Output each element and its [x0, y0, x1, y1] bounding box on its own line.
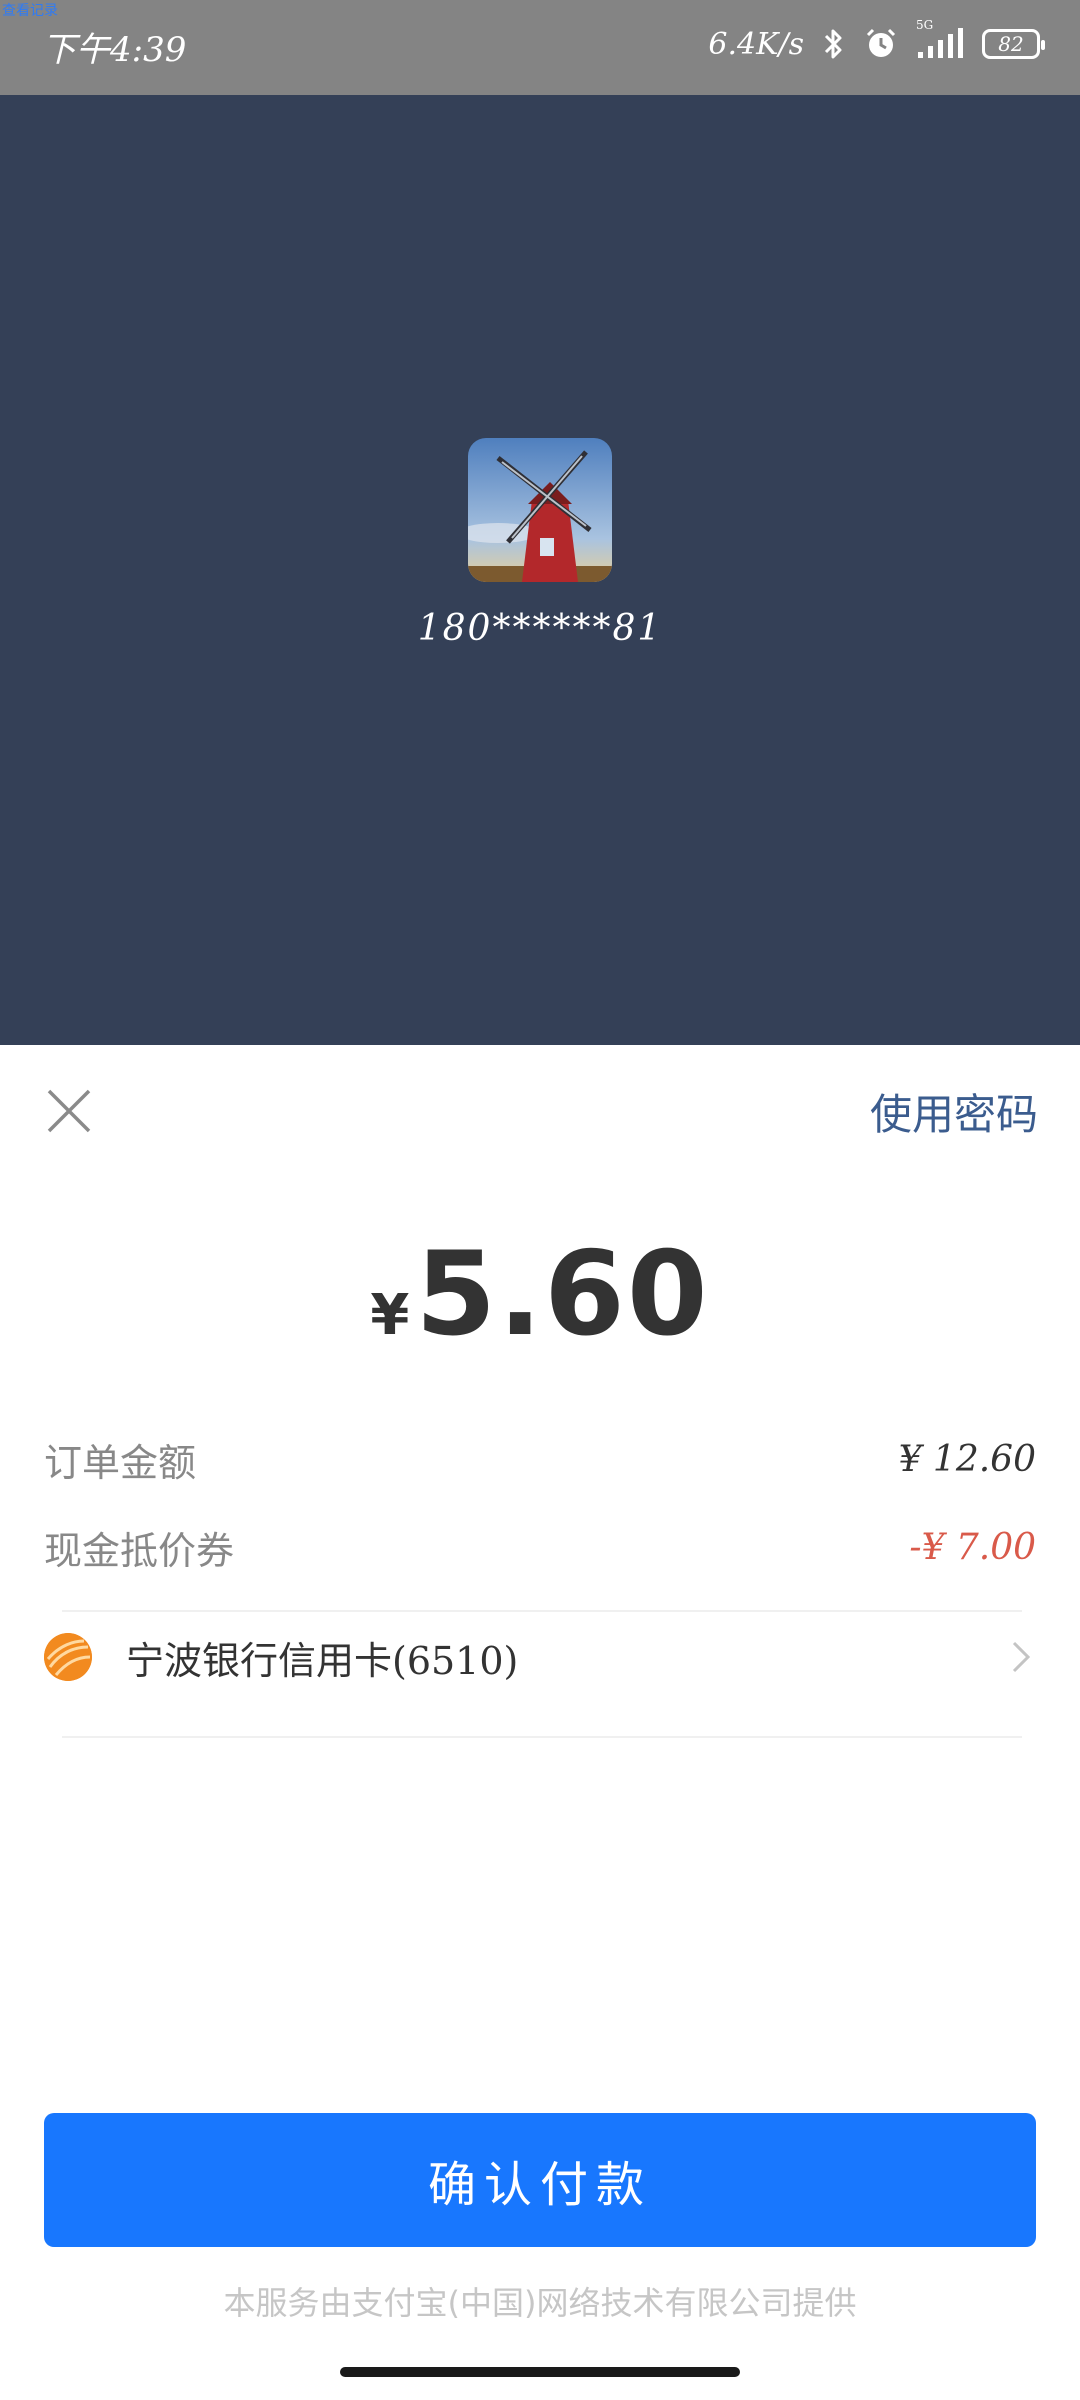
coupon-row: 现金抵价券 -¥ 7.00: [44, 1517, 1036, 1577]
top-link[interactable]: 查看记录: [2, 0, 58, 20]
divider: [62, 1736, 1022, 1738]
status-bar: 查看记录 下午4:39 6.4K/s 5G 82: [0, 0, 1080, 95]
coupon-value: -¥ 7.00: [909, 1526, 1036, 1568]
confirm-payment-button[interactable]: 确认付款: [44, 2113, 1036, 2247]
net-speed: 6.4K/s: [708, 26, 804, 62]
chevron-right-icon: [1006, 1637, 1036, 1677]
pay-amount: ¥5.60: [0, 1227, 1080, 1362]
payment-sheet: 使用密码 ¥5.60 订单金额 ¥ 12.60 现金抵价券 -¥ 7.00 宁波…: [0, 1045, 1080, 2400]
bank-logo-icon: [44, 1633, 92, 1681]
payee-panel: 180******81: [0, 95, 1080, 1045]
alarm-icon: [864, 27, 898, 61]
payee-account: 180******81: [417, 608, 663, 649]
order-amount-row: 订单金额 ¥ 12.60: [44, 1429, 1036, 1489]
status-icons: 6.4K/s 5G 82: [708, 18, 1045, 66]
network-label: 5G: [916, 18, 934, 32]
bluetooth-icon: [822, 27, 846, 61]
divider: [62, 1610, 1022, 1612]
signal-icon: 5G: [916, 18, 964, 60]
order-amount-value: ¥ 12.60: [898, 1438, 1036, 1480]
close-icon[interactable]: [45, 1087, 93, 1135]
use-password-link[interactable]: 使用密码: [870, 1081, 1038, 1142]
service-provider-note: 本服务由支付宝(中国)网络技术有限公司提供: [223, 2284, 857, 2322]
currency-symbol: ¥: [370, 1283, 410, 1348]
battery-level: 82: [998, 32, 1024, 56]
status-time: 下午4:39: [42, 30, 187, 70]
payment-method-row[interactable]: 宁波银行信用卡(6510): [44, 1617, 1036, 1697]
payee-avatar: [468, 438, 612, 582]
order-amount-label: 订单金额: [44, 1440, 197, 1485]
payment-method-label: 宁波银行信用卡(6510): [126, 1638, 519, 1683]
amount-value: 5.60: [415, 1227, 710, 1362]
home-indicator[interactable]: [340, 2367, 740, 2377]
coupon-label: 现金抵价券: [44, 1528, 235, 1573]
battery-icon: 82: [982, 29, 1045, 59]
